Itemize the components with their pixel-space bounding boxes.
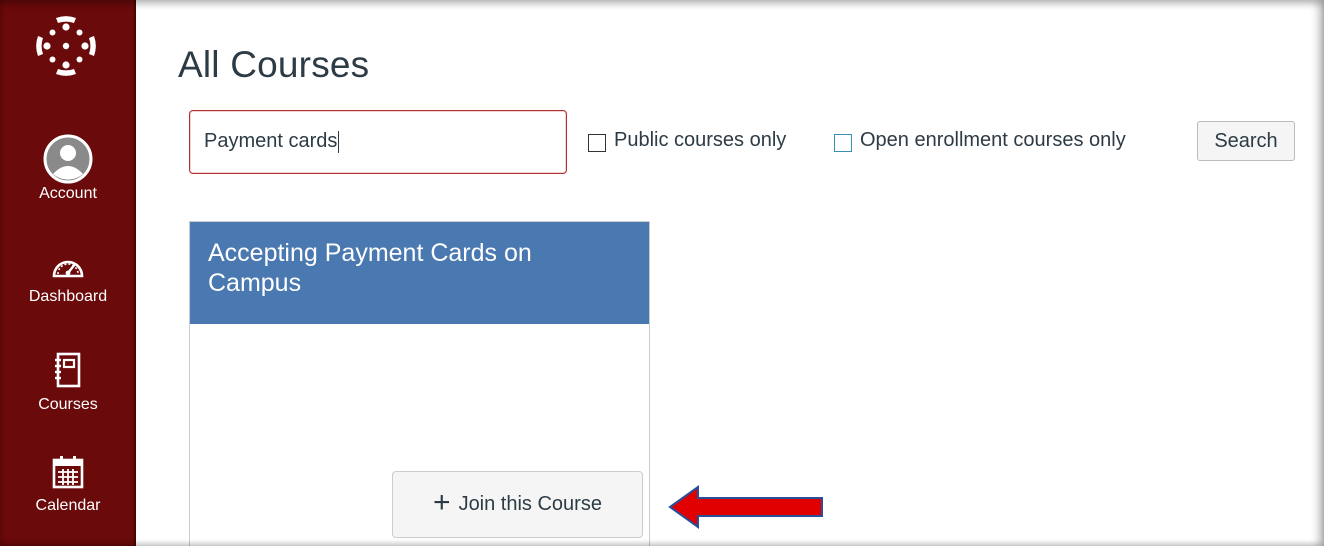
sidebar-item-dashboard[interactable]: Dashboard (0, 252, 136, 306)
search-input-value: Payment cards (204, 130, 338, 152)
sidebar-item-label: Calendar (35, 497, 101, 514)
calendar-icon (52, 456, 84, 489)
page-title: All Courses (178, 44, 370, 85)
sidebar-item-account[interactable]: Account (0, 134, 136, 203)
open-enrollment-label: Open enrollment courses only (860, 129, 1126, 151)
sidebar-item-courses[interactable]: Courses (0, 352, 136, 414)
sidebar-item-label: Account (39, 185, 97, 202)
sidebar-item-label: Courses (38, 396, 98, 413)
search-button[interactable]: Search (1197, 121, 1295, 161)
public-courses-label: Public courses only (614, 129, 787, 151)
app-window: Account Dashboard Courses Calendar All C… (0, 0, 1324, 546)
join-course-button[interactable]: + Join this Course (392, 471, 643, 538)
speedometer-icon (52, 260, 84, 278)
open-enrollment-checkbox[interactable] (834, 133, 852, 152)
public-courses-checkbox[interactable] (588, 133, 606, 152)
course-title[interactable]: Accepting Payment Cards on Campus (208, 239, 532, 297)
canvas-logo-icon[interactable] (34, 14, 98, 78)
join-course-label: Join this Course (458, 493, 602, 515)
book-icon (55, 352, 81, 388)
global-nav-sidebar: Account Dashboard Courses Calendar (0, 0, 136, 546)
plus-icon: + (433, 485, 451, 519)
course-search-input[interactable]: Payment cards (189, 110, 567, 174)
public-courses-filter[interactable]: Public courses only (588, 129, 786, 152)
user-avatar-icon (43, 134, 93, 184)
text-cursor (338, 130, 340, 153)
open-enrollment-filter[interactable]: Open enrollment courses only (834, 129, 1126, 152)
sidebar-item-label: Dashboard (28, 288, 108, 305)
sidebar-item-calendar[interactable]: Calendar (0, 455, 136, 515)
course-card-header[interactable]: Accepting Payment Cards on Campus (190, 222, 649, 324)
red-arrow-annotation (668, 485, 823, 529)
